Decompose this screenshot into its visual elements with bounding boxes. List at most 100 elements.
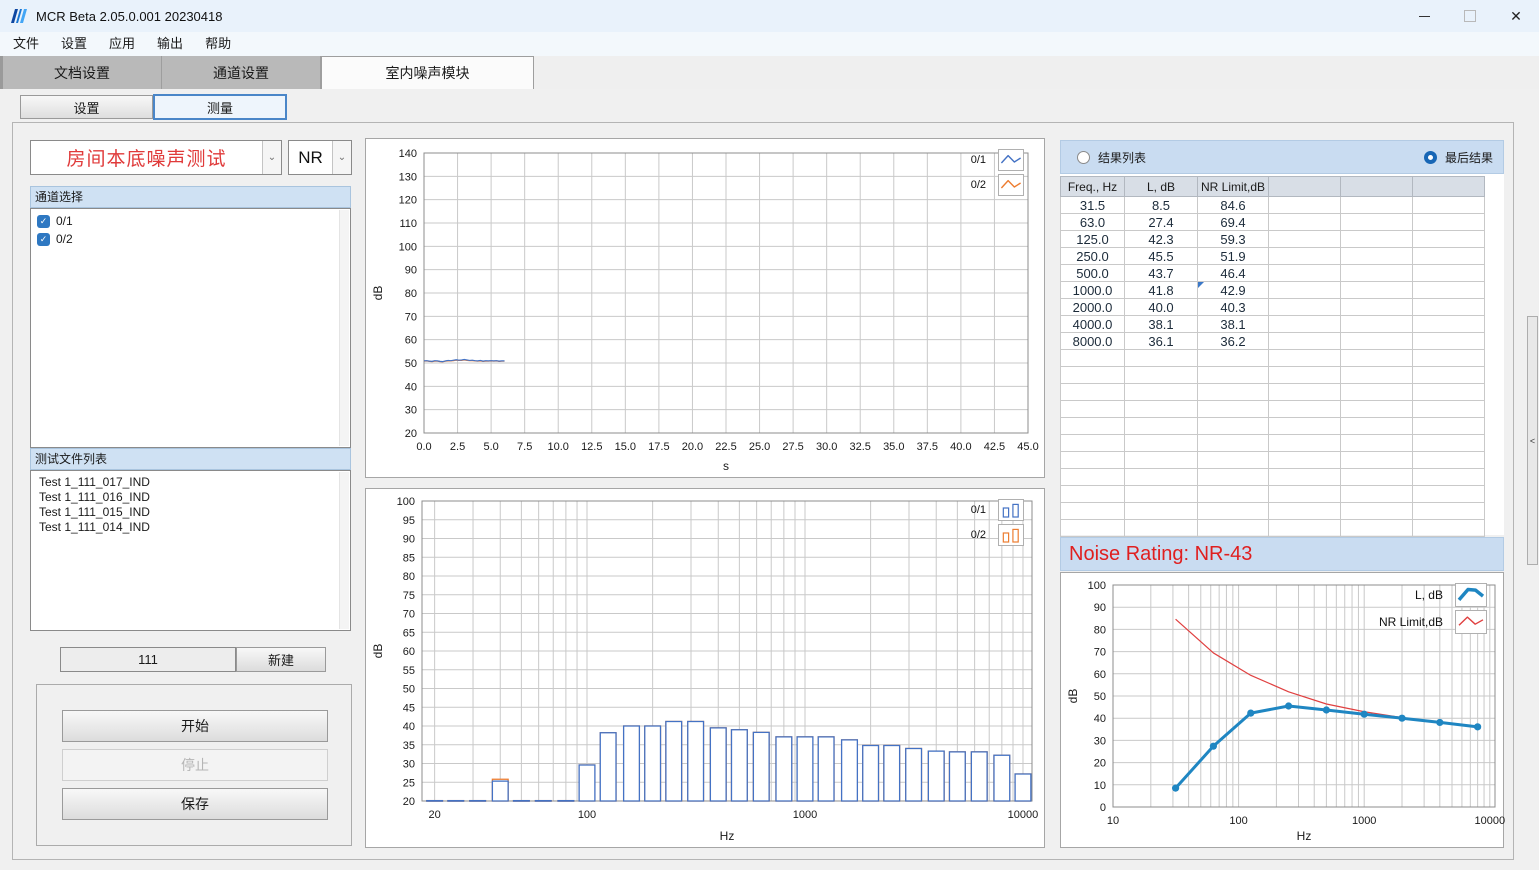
test-name-value: 房间本底噪声测试 (31, 141, 262, 174)
table-cell (1061, 469, 1125, 486)
svg-text:85: 85 (403, 552, 415, 564)
file-name-input[interactable]: 111 (60, 647, 236, 672)
svg-text:50: 50 (405, 358, 417, 370)
file-item-0[interactable]: Test 1_111_017_IND (31, 475, 350, 490)
svg-text:40: 40 (405, 381, 417, 393)
bar-0/1-400 (710, 728, 726, 801)
bar-0/1-1250 (818, 737, 834, 801)
result-mode-band: 结果列表 最后结果 (1060, 140, 1504, 174)
bar-0/1-20 (427, 801, 443, 802)
svg-text:s: s (723, 459, 729, 473)
file-item-3[interactable]: Test 1_111_014_IND (31, 520, 350, 535)
bar-0/1-800 (776, 737, 792, 801)
table-cell (1269, 367, 1341, 384)
table-cell (1061, 503, 1125, 520)
start-button[interactable]: 开始 (62, 710, 328, 742)
main-tab-1[interactable]: 通道设置 (162, 56, 321, 89)
tab-settings[interactable]: 设置 (20, 95, 153, 119)
table-row (1061, 418, 1485, 435)
table-cell (1061, 520, 1125, 537)
bar-0/1-160 (624, 726, 640, 801)
save-button[interactable]: 保存 (62, 788, 328, 820)
svg-text:17.5: 17.5 (648, 441, 669, 453)
table-cell (1341, 333, 1413, 350)
svg-text:32.5: 32.5 (850, 441, 871, 453)
menu-item-1[interactable]: 设置 (50, 32, 98, 56)
spectrum-chart: 2025303540455055606570758085909510020100… (365, 488, 1045, 848)
result-col-header-5 (1413, 177, 1485, 197)
checkbox-icon[interactable]: ✓ (37, 233, 50, 246)
checkbox-icon[interactable]: ✓ (37, 215, 50, 228)
minimize-button[interactable] (1401, 0, 1447, 32)
table-cell (1198, 384, 1269, 401)
table-cell: 36.2 (1198, 333, 1269, 350)
close-icon: ✕ (1510, 9, 1522, 23)
svg-text:25: 25 (403, 777, 415, 789)
legend-row-1: NR Limit,dB (1379, 610, 1487, 634)
table-cell (1341, 214, 1413, 231)
svg-text:22.5: 22.5 (715, 441, 736, 453)
menu-item-4[interactable]: 帮助 (194, 32, 242, 56)
channel-list[interactable]: ✓0/1✓0/2 (30, 208, 351, 448)
svg-text:35: 35 (403, 740, 415, 752)
svg-text:10000: 10000 (1475, 815, 1505, 827)
maximize-icon (1464, 10, 1476, 22)
svg-text:Hz: Hz (720, 829, 735, 843)
table-cell (1269, 401, 1341, 418)
main-tab-0[interactable]: 文档设置 (3, 56, 162, 89)
table-cell: 41.8 (1125, 282, 1198, 299)
table-cell (1341, 418, 1413, 435)
chevron-down-icon[interactable]: ⌄ (262, 141, 281, 174)
last-result-radio[interactable]: 最后结果 (1424, 149, 1493, 166)
menu-item-0[interactable]: 文件 (2, 32, 50, 56)
svg-text:60: 60 (403, 646, 415, 658)
channel-row-1[interactable]: ✓0/2 (31, 230, 350, 248)
menu-item-3[interactable]: 输出 (146, 32, 194, 56)
file-item-1[interactable]: Test 1_111_016_IND (31, 490, 350, 505)
table-cell: 500.0 (1061, 265, 1125, 282)
test-name-combo[interactable]: 房间本底噪声测试 ⌄ (30, 140, 282, 175)
svg-text:20: 20 (403, 796, 415, 808)
table-cell (1413, 418, 1485, 435)
test-file-list[interactable]: Test 1_111_017_INDTest 1_111_016_INDTest… (30, 470, 351, 631)
time_history-legend: 0/10/2 (971, 149, 1024, 196)
bar-0/1-31.5 (470, 801, 486, 802)
table-cell: 8000.0 (1061, 333, 1125, 350)
noise-rating-chart: 010203040506070809010010100100010000HzdB… (1060, 572, 1504, 848)
chevron-down-icon[interactable]: ⌄ (332, 141, 351, 174)
svg-text:10: 10 (1107, 815, 1119, 827)
svg-text:10: 10 (1094, 780, 1106, 792)
table-cell: 40.0 (1125, 299, 1198, 316)
table-cell (1198, 469, 1269, 486)
result-list-radio[interactable]: 结果列表 (1077, 149, 1146, 166)
table-cell (1413, 333, 1485, 350)
table-cell (1198, 452, 1269, 469)
table-row (1061, 452, 1485, 469)
app-logo-icon (10, 8, 28, 24)
svg-text:55: 55 (403, 665, 415, 677)
channel-row-0[interactable]: ✓0/1 (31, 212, 350, 230)
main-tab-2[interactable]: 室内噪声模块 (321, 56, 534, 89)
table-cell (1125, 418, 1198, 435)
table-cell (1061, 435, 1125, 452)
table-cell (1341, 248, 1413, 265)
close-button[interactable]: ✕ (1493, 0, 1539, 32)
result-col-header-0: Freq., Hz (1061, 177, 1125, 197)
rating-combo[interactable]: NR ⌄ (288, 140, 352, 175)
svg-text:120: 120 (399, 195, 417, 207)
table-cell (1413, 231, 1485, 248)
table-cell (1198, 401, 1269, 418)
file-item-2[interactable]: Test 1_111_015_IND (31, 505, 350, 520)
tab-measure[interactable]: 测量 (153, 94, 287, 120)
svg-text:5.0: 5.0 (483, 441, 498, 453)
collapse-panel-button[interactable]: < (1527, 316, 1538, 565)
file-section-header: 测试文件列表 (30, 448, 351, 470)
app-window: MCR Beta 2.05.0.001 20230418 ✕ 文件设置应用输出帮… (0, 0, 1539, 870)
bar-0/1-40 (492, 781, 508, 801)
menu-item-2[interactable]: 应用 (98, 32, 146, 56)
table-cell (1413, 299, 1485, 316)
new-button[interactable]: 新建 (236, 647, 326, 672)
table-cell (1269, 265, 1341, 282)
table-cell (1341, 350, 1413, 367)
maximize-button[interactable] (1447, 0, 1493, 32)
